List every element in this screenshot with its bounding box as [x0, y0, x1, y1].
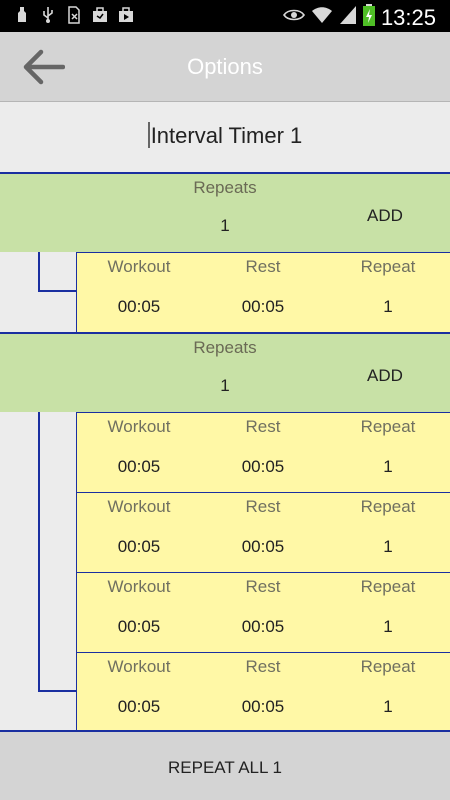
timer-name-bar: Interval Timer 1: [0, 102, 450, 172]
page-title: Options: [187, 54, 263, 79]
battery-icon: [362, 4, 375, 31]
interval-row[interactable]: Workout Rest Repeat 00:05 00:05 1: [76, 252, 450, 332]
repeat-label: Repeat: [360, 657, 416, 676]
repeat-value[interactable]: 1: [326, 617, 450, 637]
status-icons-right: 13:25: [282, 4, 436, 31]
workout-label: Workout: [107, 657, 171, 676]
rest-value[interactable]: 00:05: [201, 297, 325, 317]
rest-label: Rest: [245, 417, 281, 436]
text-cursor: [147, 122, 150, 148]
repeat-all-button[interactable]: REPEAT ALL 1: [0, 758, 450, 778]
workout-value[interactable]: 00:05: [77, 697, 201, 717]
timer-name-field[interactable]: Interval Timer 1: [0, 122, 450, 149]
add-interval-button[interactable]: ADD: [350, 366, 420, 386]
add-interval-button[interactable]: ADD: [350, 206, 420, 226]
interval-row[interactable]: Workout Rest Repeat 00:05 00:05 1: [76, 572, 450, 652]
usb-icon: [40, 6, 56, 24]
workout-label: Workout: [107, 257, 171, 276]
workout-value[interactable]: 00:05: [77, 457, 201, 477]
signal-icon: [339, 5, 357, 30]
workout-value[interactable]: 00:05: [77, 297, 201, 317]
repeats-label: Repeats: [193, 178, 257, 197]
rest-label: Rest: [245, 657, 281, 676]
interval-row[interactable]: Workout Rest Repeat 00:05 00:05 1: [76, 412, 450, 492]
rest-value[interactable]: 00:05: [201, 457, 325, 477]
workout-label: Workout: [107, 497, 171, 516]
bottom-bar: REPEAT ALL 1: [0, 730, 450, 800]
repeat-value[interactable]: 1: [326, 697, 450, 717]
rest-label: Rest: [245, 497, 281, 516]
rest-value[interactable]: 00:05: [201, 617, 325, 637]
tree-line: [38, 690, 76, 692]
repeat-group-header: Repeats 1 ADD: [0, 332, 450, 412]
repeat-label: Repeat: [360, 497, 416, 516]
workout-value[interactable]: 00:05: [77, 537, 201, 557]
no-sim-icon: [66, 6, 82, 24]
status-bar: 13:25: [0, 0, 450, 32]
notification-icon: [14, 6, 30, 24]
workout-label: Workout: [107, 577, 171, 596]
tree-line: [38, 252, 40, 292]
workout-value[interactable]: 00:05: [77, 617, 201, 637]
status-time: 13:25: [380, 4, 436, 30]
tree-line: [38, 412, 40, 692]
timer-name-text: Interval Timer 1: [150, 123, 303, 148]
repeats-label: Repeats: [193, 338, 257, 357]
rest-label: Rest: [245, 257, 281, 276]
repeat-value[interactable]: 1: [326, 297, 450, 317]
repeat-value[interactable]: 1: [326, 537, 450, 557]
repeat-group-header: Repeats 1 ADD: [0, 172, 450, 252]
rest-label: Rest: [245, 577, 281, 596]
briefcase-icon: [92, 6, 108, 24]
repeat-label: Repeat: [360, 417, 416, 436]
repeat-label: Repeat: [360, 577, 416, 596]
workout-label: Workout: [107, 417, 171, 436]
tree-line: [38, 290, 76, 292]
status-icons-left: [14, 6, 134, 24]
repeat-value[interactable]: 1: [326, 457, 450, 477]
interval-row[interactable]: Workout Rest Repeat 00:05 00:05 1: [76, 652, 450, 730]
wifi-icon: [311, 5, 333, 30]
eye-icon: [282, 8, 305, 27]
repeat-label: Repeat: [360, 257, 416, 276]
action-bar: Options: [0, 32, 450, 102]
rest-value[interactable]: 00:05: [201, 697, 325, 717]
media-icon: [118, 6, 134, 24]
rest-value[interactable]: 00:05: [201, 537, 325, 557]
interval-row[interactable]: Workout Rest Repeat 00:05 00:05 1: [76, 492, 450, 572]
interval-list[interactable]: Repeats 1 ADD Workout Rest Repeat 00:05 …: [0, 172, 450, 730]
